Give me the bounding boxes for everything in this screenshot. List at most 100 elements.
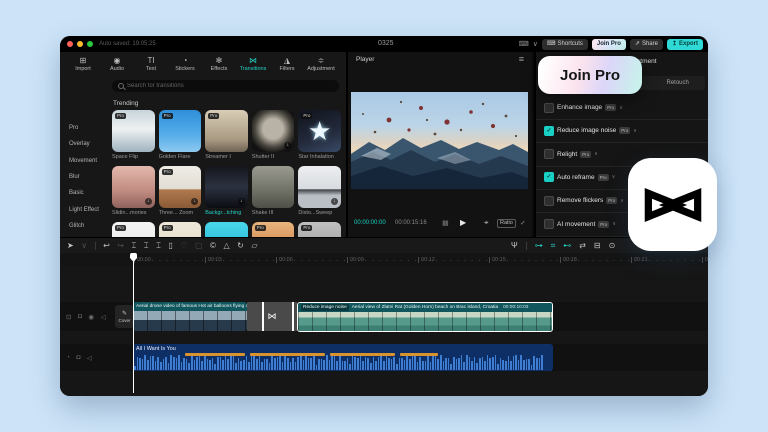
pause-icon[interactable]: ▮▮ [442,219,448,227]
share-button[interactable]: ⇗ Share [630,39,663,50]
media-tab[interactable]: ≑ Adjustment [304,54,338,72]
transition-card[interactable]: Pro ★ ↓ Star Inhalation [298,110,341,161]
media-tab[interactable]: TI Text [134,54,168,72]
track-type-audio-icon[interactable]: ◔ [66,354,70,361]
lock-track-icon[interactable]: ◘ [78,313,82,320]
transition-card[interactable]: ↓ [205,222,248,237]
chevron-down-icon[interactable]: ∨ [633,128,637,134]
lock-track-icon[interactable]: ◘ [76,354,80,361]
split-icon[interactable]: ⌶ [131,238,136,253]
divider[interactable] [526,242,527,250]
preview-axis-icon[interactable]: ⇄ [579,238,586,253]
chevron-down-icon[interactable]: ∨ [612,174,616,180]
transition-card[interactable]: ↓ Slidin...mories [112,166,155,217]
checkbox[interactable]: ✓ [544,103,554,113]
hide-track-icon[interactable]: ◉ [88,313,94,321]
video-clip-2-selected[interactable]: Reduce image noise Aerial view of Zlatni… [297,302,553,332]
track-type-video-icon[interactable]: ⊡ [66,313,71,321]
delete-icon[interactable]: ▯ [168,238,172,253]
export-button[interactable]: ↥ Export [667,39,703,50]
shortcuts-button[interactable]: ⌨ Shortcuts [542,39,588,50]
search-input[interactable] [127,83,333,89]
main-track-magnet-icon[interactable]: ⊶ [535,238,543,253]
video-clip-1[interactable]: Aerial drone video of famous Hot air bal… [133,302,247,331]
minimize-window-button[interactable] [77,41,83,47]
checkbox[interactable]: ✓ [544,219,554,229]
chevron-down-icon[interactable]: ∨ [620,198,624,204]
zoom-timeline-icon[interactable]: ⊙ [609,238,616,253]
select-tool-dropdown[interactable]: ∨ [81,238,87,253]
favorite-icon[interactable]: ♡ [180,238,187,253]
checkbox[interactable]: ✓ [544,126,554,136]
mute-track-icon[interactable]: ◁ [87,354,92,362]
play-button[interactable]: ▶ [460,218,466,227]
transition-card[interactable]: Pro ↓ [159,222,202,237]
player-menu-icon[interactable]: ≡ [519,54,524,64]
mask-tool-icon[interactable]: ▢ [195,238,203,253]
transition-card[interactable]: ↓ Disto...Sweep [298,166,341,217]
transition-category-item[interactable]: Blur [69,174,80,180]
snapshot-icon[interactable]: ⌖ [484,218,489,228]
trim-left-icon[interactable]: ⌶ [144,238,149,253]
mute-track-icon[interactable]: ◁ [101,313,106,321]
link-icon[interactable]: ⊷ [563,238,571,253]
transition-category-item[interactable]: Overlay [69,141,90,147]
redo-icon[interactable]: ↪ [117,238,124,253]
transition-category-item[interactable]: Basic [69,190,84,196]
chevron-down-icon[interactable]: ∨ [594,151,598,157]
transition-card[interactable]: Pro ↓ [298,222,341,237]
trim-right-icon[interactable]: ⌶ [156,238,161,253]
crop-icon[interactable]: ▱ [251,238,257,253]
checkbox[interactable]: ✓ [544,196,554,206]
transition-card[interactable]: Pro ↓ Golden Flare [159,110,202,161]
cover-button[interactable]: ✎ Cover [115,305,134,328]
transition-category-item[interactable]: Glitch [69,223,84,229]
speed-icon[interactable]: © [210,238,216,253]
join-pro-button[interactable]: Join Pro [592,39,626,50]
checkbox[interactable]: ✓ [544,149,554,159]
record-voiceover-icon[interactable]: Ψ [511,238,518,253]
audio-clip[interactable]: All I Want Is You [133,344,553,371]
divider[interactable] [95,242,96,250]
media-tab-label: Transitions [240,66,267,72]
undo-icon[interactable]: ↩ [103,238,110,253]
playhead-line[interactable] [133,253,134,393]
ratio-button[interactable]: Ratio [497,219,516,228]
media-tab[interactable]: ◮ Filters [270,54,304,72]
zoom-window-button[interactable] [87,41,93,47]
transition-card[interactable]: Pro ↓ Space Flip [112,110,155,161]
transition-category-item[interactable]: Light Effect [69,207,99,213]
transition-category-item[interactable]: Pro [69,125,78,131]
transition-segment[interactable]: ⋈ [247,302,297,331]
mirror-icon[interactable]: △ [223,238,229,253]
rotate-icon[interactable]: ↻ [237,238,244,253]
transition-card[interactable]: Pro ↓ [252,222,295,237]
auto-snap-icon[interactable]: ⌗ [551,238,556,253]
media-tab[interactable]: ⋈ Transitions [236,54,270,72]
transition-card[interactable]: ↓ Shutter II [252,110,295,161]
fullscreen-icon[interactable]: ↔ [518,218,528,228]
transition-category-item[interactable]: Movement [69,158,97,164]
select-tool-icon[interactable]: ➤ [67,238,74,253]
timeline-ruler[interactable]: 00:0000:0300:0600:0900:1200:1500:1800:21… [60,253,708,266]
transition-name: Three... Zoom [159,210,202,217]
checkbox[interactable]: ✓ [544,172,554,182]
media-tab[interactable]: ✻ Effects [202,54,236,72]
adjustment-row[interactable]: ✓ Reduce image noise Pro ∨ [536,119,708,143]
transition-card[interactable]: Pro ↓ [112,222,155,237]
transition-card[interactable]: Pro ↓ Streamer I [205,110,248,161]
close-window-button[interactable] [67,41,73,47]
timeline-settings-icon[interactable]: ⊟ [594,238,601,253]
chevron-down-icon[interactable]: ∨ [612,221,616,227]
transition-card[interactable]: Pro ↓ Three... Zoom [159,166,202,217]
transition-card[interactable]: ↓ Shake III [252,166,295,217]
subtab[interactable]: Retouch [650,76,705,90]
adjustment-row[interactable]: ✓ Enhance image Pro ∨ [536,96,708,120]
keyboard-layout-chevron-icon[interactable]: ∨ [533,40,538,48]
keyboard-layout-icon[interactable]: ⌨ [519,40,529,48]
chevron-down-icon[interactable]: ∨ [619,105,623,111]
transition-card[interactable]: ↓ Backgr...tching [205,166,248,217]
join-pro-overlay-button[interactable]: Join Pro [538,56,642,94]
search-box[interactable] [112,80,339,92]
media-tab[interactable]: ◔ Stickers [168,54,202,72]
